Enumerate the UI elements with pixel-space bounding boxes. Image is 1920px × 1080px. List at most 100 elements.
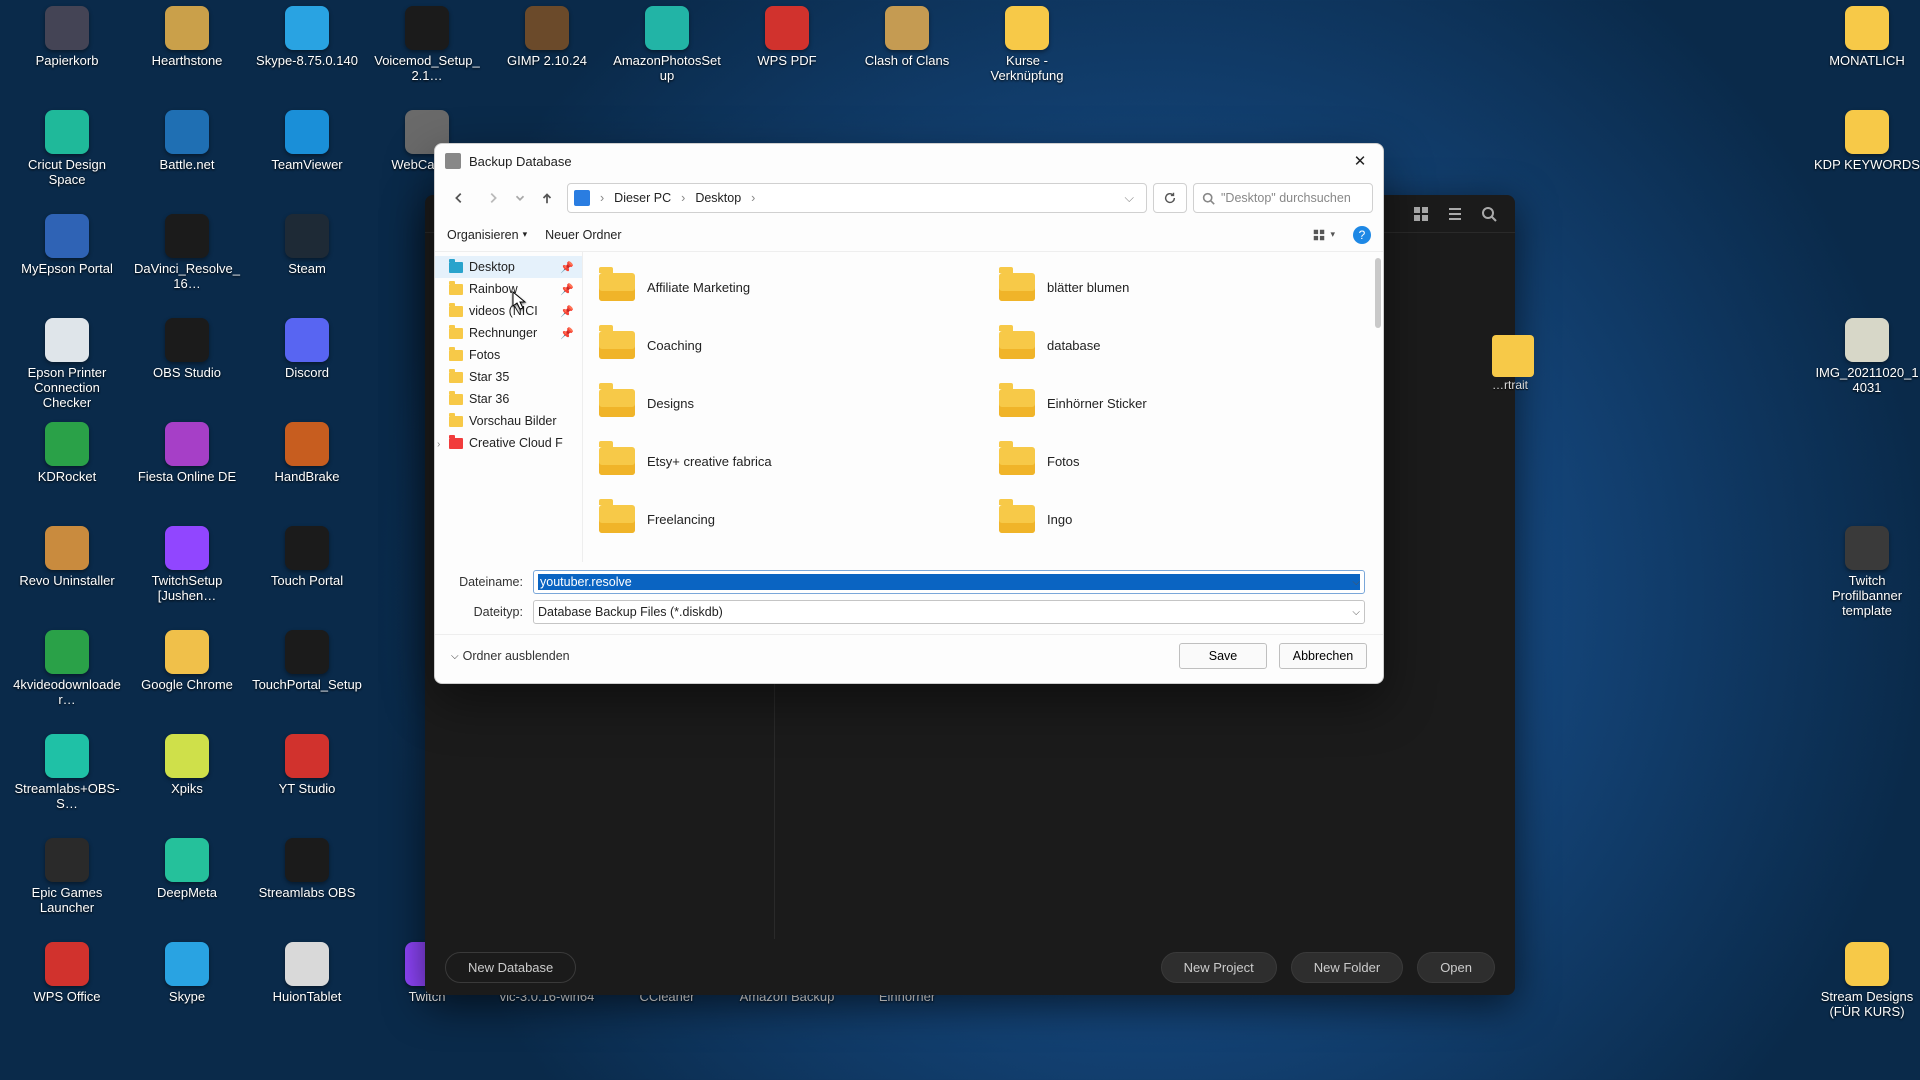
desktop-icon[interactable]: Streamlabs+OBS-S… <box>12 734 122 812</box>
desktop-icon[interactable]: TouchPortal_Setup <box>252 630 362 693</box>
desktop-icon[interactable]: KDP KEYWORDS <box>1812 110 1920 173</box>
desktop-icon[interactable]: Streamlabs OBS <box>252 838 362 901</box>
desktop-icon[interactable]: AmazonPhotosSetup <box>612 6 722 84</box>
folder-item[interactable]: Fotos <box>983 432 1383 490</box>
desktop-icon[interactable]: WPS PDF <box>732 6 842 69</box>
desktop-icon[interactable]: Battle.net <box>132 110 242 173</box>
desktop-icon[interactable]: TeamViewer <box>252 110 362 173</box>
new-folder-button[interactable]: Neuer Ordner <box>545 228 621 242</box>
desktop-icon[interactable]: KDRocket <box>12 422 122 485</box>
search-box[interactable]: "Desktop" durchsuchen <box>1193 183 1373 213</box>
grid-view-icon[interactable] <box>1413 206 1429 222</box>
breadcrumb-item[interactable]: Desktop <box>691 189 745 207</box>
folder-item[interactable]: Coaching <box>583 316 983 374</box>
desktop-icon[interactable]: Steam <box>252 214 362 277</box>
desktop-icon[interactable]: DaVinci_Resolve_16… <box>132 214 242 292</box>
desktop-icon[interactable]: Hearthstone <box>132 6 242 69</box>
tree-item[interactable]: videos (NICI📌 <box>435 300 582 322</box>
app-icon <box>285 630 329 674</box>
back-button[interactable] <box>445 184 473 212</box>
folder-item[interactable]: Einhörner Sticker <box>983 374 1383 432</box>
desktop-icon[interactable]: IMG_20211020_14031 <box>1812 318 1920 396</box>
desktop-icon[interactable]: Cricut Design Space <box>12 110 122 188</box>
desktop-icon[interactable]: Clash of Clans <box>852 6 962 69</box>
save-button[interactable]: Save <box>1179 643 1267 669</box>
cancel-button[interactable]: Abbrechen <box>1279 643 1367 669</box>
desktop-icon[interactable]: MyEpson Portal <box>12 214 122 277</box>
desktop-icon[interactable]: OBS Studio <box>132 318 242 381</box>
project-thumb[interactable] <box>1492 335 1534 377</box>
new-folder-button[interactable]: New Folder <box>1291 952 1403 983</box>
folder-item[interactable]: Ingo <box>983 490 1383 548</box>
desktop-icon[interactable]: Kurse - Verknüpfung <box>972 6 1082 84</box>
desktop-icon[interactable]: TwitchSetup [Jushen… <box>132 526 242 604</box>
chevron-down-icon[interactable]: ⌵ <box>1352 577 1360 588</box>
folder-item[interactable]: blätter blumen <box>983 258 1383 316</box>
forward-button[interactable] <box>479 184 507 212</box>
file-list[interactable]: Affiliate MarketingCoachingDesignsEtsy+ … <box>583 252 1383 562</box>
folder-item[interactable]: Designs <box>583 374 983 432</box>
folder-item[interactable]: Etsy+ creative fabrica <box>583 432 983 490</box>
folder-item[interactable] <box>983 548 1383 562</box>
folder-item[interactable] <box>583 548 983 562</box>
desktop-icon[interactable]: DeepMeta <box>132 838 242 901</box>
desktop-icon[interactable]: Epic Games Launcher <box>12 838 122 916</box>
view-menu[interactable]: ▾ <box>1312 228 1335 242</box>
list-view-icon[interactable] <box>1447 206 1463 222</box>
tree-item[interactable]: Desktop📌 <box>435 256 582 278</box>
tree-item[interactable]: Fotos <box>435 344 582 366</box>
desktop-icon[interactable]: Papierkorb <box>12 6 122 69</box>
desktop-icon[interactable]: Skype-8.75.0.140 <box>252 6 362 69</box>
desktop-icon[interactable]: HandBrake <box>252 422 362 485</box>
refresh-button[interactable] <box>1153 183 1187 213</box>
scrollbar-thumb[interactable] <box>1375 258 1381 328</box>
tree-item[interactable]: Rechnunger📌 <box>435 322 582 344</box>
desktop-icon[interactable]: GIMP 2.10.24 <box>492 6 602 69</box>
desktop-icon[interactable]: YT Studio <box>252 734 362 797</box>
breadcrumb-item[interactable]: Dieser PC <box>610 189 675 207</box>
filetype-select[interactable]: Database Backup Files (*.diskdb) ⌵ <box>533 600 1365 624</box>
desktop-icon[interactable]: Epson Printer Connection Checker <box>12 318 122 411</box>
open-button[interactable]: Open <box>1417 952 1495 983</box>
tree-item[interactable]: ›Creative Cloud F <box>435 432 582 454</box>
search-icon[interactable] <box>1481 206 1497 222</box>
help-button[interactable]: ? <box>1353 226 1371 244</box>
nav-tree[interactable]: Desktop📌Rainbow📌videos (NICI📌Rechnunger📌… <box>435 252 583 562</box>
breadcrumb-bar[interactable]: › Dieser PC › Desktop › ⌵ <box>567 183 1147 213</box>
tree-item[interactable]: Rainbow📌 <box>435 278 582 300</box>
hide-folders-toggle[interactable]: ⌵ Ordner ausblenden <box>451 649 570 663</box>
desktop-icon[interactable]: WPS Office <box>12 942 122 1005</box>
desktop-icon[interactable]: Twitch Profilbanner template <box>1812 526 1920 619</box>
desktop-icon[interactable]: Skype <box>132 942 242 1005</box>
dialog-titlebar[interactable]: Backup Database ✕ <box>435 144 1383 178</box>
recent-dropdown[interactable] <box>513 184 527 212</box>
tree-item[interactable]: Vorschau Bilder <box>435 410 582 432</box>
desktop-icon[interactable]: Google Chrome <box>132 630 242 693</box>
desktop-icon[interactable]: HuionTablet <box>252 942 362 1005</box>
desktop-icon[interactable]: Revo Uninstaller <box>12 526 122 589</box>
folder-item[interactable]: Affiliate Marketing <box>583 258 983 316</box>
desktop-icon[interactable]: Xpiks <box>132 734 242 797</box>
new-database-button[interactable]: New Database <box>445 952 576 983</box>
desktop-icon[interactable]: Fiesta Online DE <box>132 422 242 485</box>
desktop-icon[interactable]: Discord <box>252 318 362 381</box>
breadcrumb-dropdown-icon[interactable]: ⌵ <box>1119 191 1140 206</box>
desktop-icon[interactable]: Stream Designs (FÜR KURS) <box>1812 942 1920 1020</box>
chevron-down-icon[interactable]: ⌵ <box>1352 607 1360 618</box>
close-button[interactable]: ✕ <box>1337 144 1383 178</box>
filename-input[interactable]: youtuber.resolve ⌵ <box>533 570 1365 594</box>
desktop-icon[interactable]: Touch Portal <box>252 526 362 589</box>
up-button[interactable] <box>533 184 561 212</box>
desktop-icon[interactable]: Voicemod_Setup_2.1… <box>372 6 482 84</box>
tree-item[interactable]: Star 36 <box>435 388 582 410</box>
desktop-icon[interactable]: MONATLICH <box>1812 6 1920 69</box>
app-icon <box>45 838 89 882</box>
expand-caret-icon[interactable]: › <box>437 439 440 450</box>
new-project-button[interactable]: New Project <box>1161 952 1277 983</box>
folder-icon <box>449 328 463 339</box>
folder-item[interactable]: database <box>983 316 1383 374</box>
folder-item[interactable]: Freelancing <box>583 490 983 548</box>
tree-item[interactable]: Star 35 <box>435 366 582 388</box>
organize-menu[interactable]: Organisieren ▾ <box>447 228 527 242</box>
desktop-icon[interactable]: 4kvideodownloader… <box>12 630 122 708</box>
